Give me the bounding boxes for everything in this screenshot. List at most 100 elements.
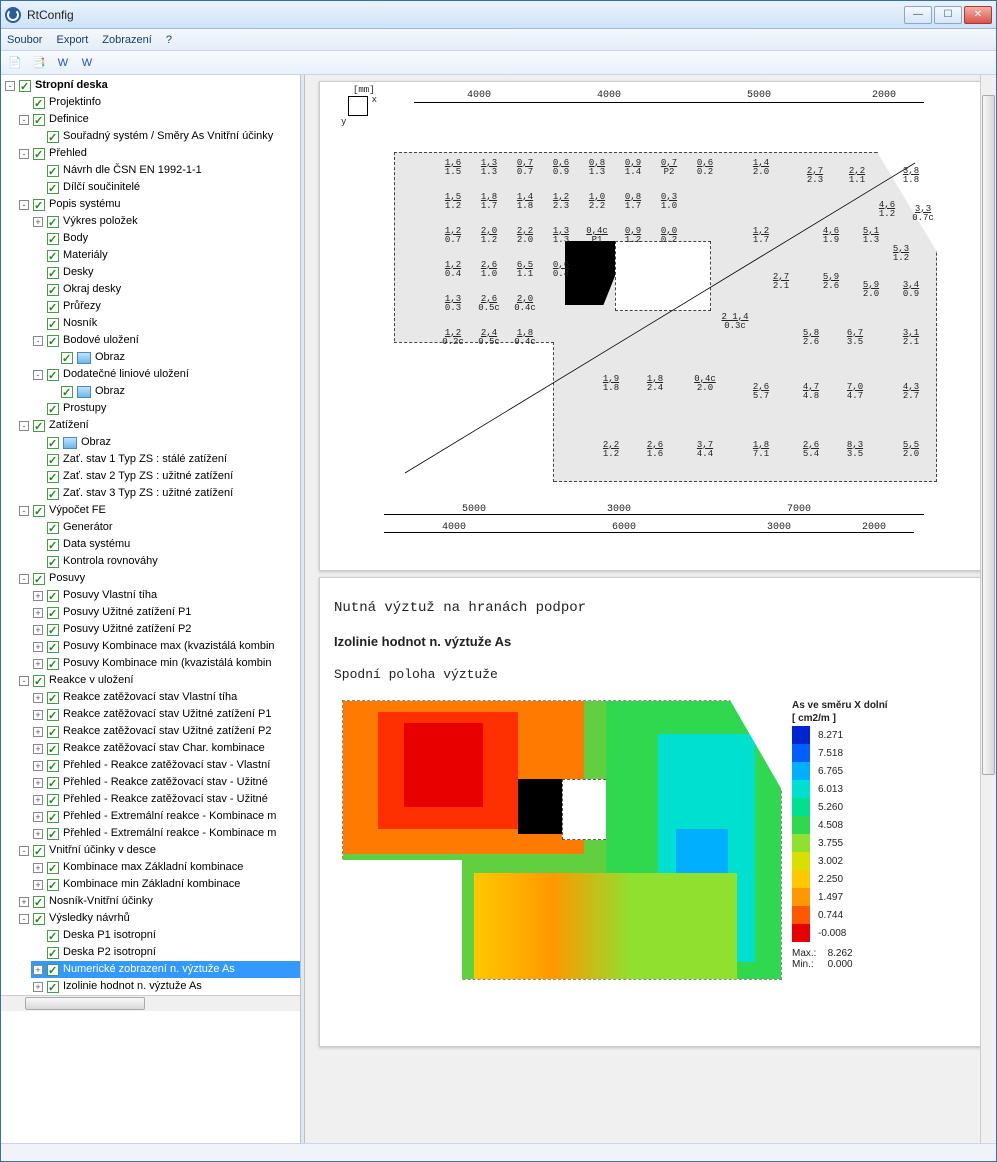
tree-item[interactable]: Deska P1 isotropní — [31, 927, 300, 944]
tree-toggle[interactable]: + — [33, 744, 43, 754]
tree-check[interactable] — [47, 828, 59, 840]
tree-item[interactable]: -Reakce v uložení — [17, 672, 300, 689]
tree-item[interactable]: +Nosník-Vnitřní účinky — [17, 893, 300, 910]
tree-item[interactable]: Kontrola rovnováhy — [31, 553, 300, 570]
tree-toggle[interactable]: + — [33, 880, 43, 890]
tree-check[interactable] — [47, 284, 59, 296]
tree-toggle[interactable]: - — [33, 336, 43, 346]
tree-toggle[interactable]: + — [33, 761, 43, 771]
tree-item[interactable]: +Přehled - Reakce zatěžovací stav - Vlas… — [31, 757, 300, 774]
menu-view[interactable]: Zobrazení — [102, 34, 152, 46]
tree-check[interactable] — [33, 199, 45, 211]
tree-item[interactable]: Desky — [31, 264, 300, 281]
tree-toggle[interactable]: - — [19, 574, 29, 584]
tree-check[interactable] — [47, 692, 59, 704]
tree-item[interactable]: -Stropní deska — [3, 77, 300, 94]
tree-item[interactable]: +Přehled - Extremální reakce - Kombinace… — [31, 808, 300, 825]
tree-item[interactable]: -Výsledky návrhů — [17, 910, 300, 927]
tree-check[interactable] — [47, 335, 59, 347]
tree-toggle[interactable]: - — [19, 506, 29, 516]
tree-toggle[interactable]: + — [19, 897, 29, 907]
tree-item[interactable]: -Bodové uložení — [31, 332, 300, 349]
tree-item[interactable]: +Přehled - Reakce zatěžovací stav - Užit… — [31, 791, 300, 808]
tree-toggle[interactable]: + — [33, 829, 43, 839]
tree-check[interactable] — [47, 216, 59, 228]
toolbar-btn-2[interactable]: 📑 — [29, 53, 49, 73]
tree-item[interactable]: -Popis systému — [17, 196, 300, 213]
tree-check[interactable] — [47, 590, 59, 602]
content-vscroll[interactable] — [980, 75, 996, 1143]
toolbar-btn-4[interactable]: W — [77, 53, 97, 73]
toolbar-btn-1[interactable]: 📄 — [5, 53, 25, 73]
tree-item[interactable]: Zať. stav 2 Typ ZS : užitné zatížení — [31, 468, 300, 485]
menu-help[interactable]: ? — [166, 34, 172, 46]
tree-item[interactable]: Zať. stav 1 Typ ZS : stálé zatížení — [31, 451, 300, 468]
tree-item[interactable]: +Posuvy Kombinace max (kvazistálá kombin — [31, 638, 300, 655]
tree-check[interactable] — [47, 777, 59, 789]
tree-check[interactable] — [47, 981, 59, 993]
tree-check[interactable] — [47, 131, 59, 143]
menu-export[interactable]: Export — [56, 34, 88, 46]
tree-toggle[interactable]: + — [33, 217, 43, 227]
tree-item[interactable]: -Posuvy — [17, 570, 300, 587]
tree-check[interactable] — [47, 369, 59, 381]
tree-item[interactable]: Generátor — [31, 519, 300, 536]
tree-check[interactable] — [33, 573, 45, 585]
tree-check[interactable] — [33, 114, 45, 126]
tree-toggle[interactable]: + — [33, 778, 43, 788]
tree-check[interactable] — [47, 250, 59, 262]
tree-item[interactable]: Data systému — [31, 536, 300, 553]
tree-item[interactable]: +Numerické zobrazení n. výztuže As — [31, 961, 300, 978]
tree-toggle[interactable]: - — [19, 676, 29, 686]
tree-check[interactable] — [33, 148, 45, 160]
tree-check[interactable] — [47, 522, 59, 534]
tree-check[interactable] — [47, 233, 59, 245]
tree-toggle[interactable]: + — [33, 812, 43, 822]
tree-hscroll[interactable] — [1, 995, 300, 1011]
tree-item[interactable]: +Reakce zatěžovací stav Užitné zatížení … — [31, 706, 300, 723]
tree-item[interactable]: +Přehled - Extremální reakce - Kombinace… — [31, 825, 300, 842]
tree-item[interactable]: -Definice — [17, 111, 300, 128]
tree-item[interactable]: Body — [31, 230, 300, 247]
tree-check[interactable] — [47, 641, 59, 653]
tree-item[interactable]: Zať. stav 3 Typ ZS : užitné zatížení — [31, 485, 300, 502]
tree-check[interactable] — [47, 726, 59, 738]
tree-item[interactable]: -Přehled — [17, 145, 300, 162]
tree-check[interactable] — [47, 862, 59, 874]
tree-item[interactable]: Deska P2 isotropní — [31, 944, 300, 961]
maximize-button[interactable]: ☐ — [934, 6, 962, 24]
tree-item[interactable]: -Zatížení — [17, 417, 300, 434]
tree-check[interactable] — [33, 505, 45, 517]
tree-check[interactable] — [61, 386, 73, 398]
tree-toggle[interactable]: + — [33, 710, 43, 720]
tree-toggle[interactable]: - — [19, 914, 29, 924]
tree-check[interactable] — [47, 437, 59, 449]
tree-item[interactable]: Návrh dle ČSN EN 1992-1-1 — [31, 162, 300, 179]
tree-toggle[interactable]: + — [33, 659, 43, 669]
tree-check[interactable] — [61, 352, 73, 364]
tree-check[interactable] — [47, 165, 59, 177]
minimize-button[interactable]: — — [904, 6, 932, 24]
tree-item[interactable]: +Posuvy Vlastní tíha — [31, 587, 300, 604]
tree-toggle[interactable]: + — [33, 693, 43, 703]
tree-item[interactable]: Materiály — [31, 247, 300, 264]
tree-item[interactable]: Průřezy — [31, 298, 300, 315]
tree-check[interactable] — [47, 947, 59, 959]
tree-check[interactable] — [47, 556, 59, 568]
tree-check[interactable] — [19, 80, 31, 92]
tree-pane[interactable]: -Stropní deskaProjektinfo-DefiniceSouřad… — [1, 75, 301, 1143]
tree-check[interactable] — [47, 811, 59, 823]
tree-item[interactable]: +Posuvy Kombinace min (kvazistálá kombin — [31, 655, 300, 672]
tree-toggle[interactable]: + — [33, 982, 43, 992]
tree-toggle[interactable]: - — [33, 370, 43, 380]
tree-check[interactable] — [33, 845, 45, 857]
tree-check[interactable] — [47, 182, 59, 194]
tree-check[interactable] — [47, 267, 59, 279]
content-pane[interactable]: x [mm] y 4000400050002000 — [305, 75, 996, 1143]
tree-item[interactable]: +Posuvy Užitné zatížení P1 — [31, 604, 300, 621]
tree-check[interactable] — [33, 913, 45, 925]
tree-item[interactable]: +Reakce zatěžovací stav Vlastní tíha — [31, 689, 300, 706]
tree-check[interactable] — [33, 420, 45, 432]
tree-check[interactable] — [47, 794, 59, 806]
tree-item[interactable]: Prostupy — [31, 400, 300, 417]
